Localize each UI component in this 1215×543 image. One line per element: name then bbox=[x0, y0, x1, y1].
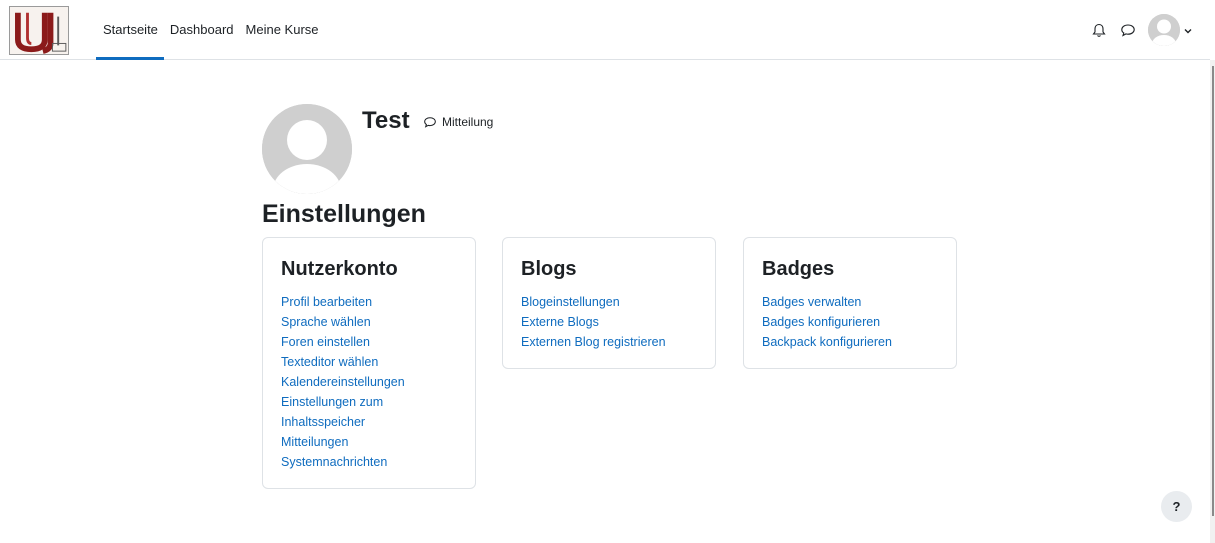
chevron-down-icon[interactable] bbox=[1184, 21, 1192, 39]
nav-link-startseite[interactable]: Startseite bbox=[96, 0, 164, 60]
user-avatar[interactable] bbox=[1148, 14, 1180, 46]
link-profil-bearbeiten[interactable]: Profil bearbeiten bbox=[281, 292, 457, 312]
scrollbar-thumb[interactable] bbox=[1212, 66, 1214, 516]
card-blogs: Blogs Blogeinstellungen Externe Blogs Ex… bbox=[502, 237, 716, 369]
page-title: Einstellungen bbox=[262, 200, 426, 228]
message-bubble-icon[interactable] bbox=[1118, 20, 1138, 40]
link-externen-blog-registrieren[interactable]: Externen Blog registrieren bbox=[521, 332, 697, 352]
message-bubble-icon bbox=[424, 117, 436, 128]
profile-avatar bbox=[262, 104, 352, 194]
send-message-link[interactable]: Mitteilung bbox=[423, 115, 493, 129]
nav-link-dashboard[interactable]: Dashboard bbox=[164, 0, 240, 60]
card-badges: Badges Badges verwalten Badges konfiguri… bbox=[743, 237, 957, 369]
card-title: Blogs bbox=[521, 258, 577, 280]
card-title: Nutzerkonto bbox=[281, 258, 398, 280]
user-avatar-large bbox=[262, 104, 352, 194]
link-systemnachrichten[interactable]: Systemnachrichten bbox=[281, 452, 457, 472]
top-navbar: Startseite Dashboard Meine Kurse bbox=[0, 0, 1210, 60]
link-badges-verwalten[interactable]: Badges verwalten bbox=[762, 292, 938, 312]
navbar-actions bbox=[1080, 0, 1192, 60]
card-title: Badges bbox=[762, 258, 835, 280]
link-foren-einstellen[interactable]: Foren einstellen bbox=[281, 332, 457, 352]
link-backpack-konfigurieren[interactable]: Backpack konfigurieren bbox=[762, 332, 938, 352]
site-logo[interactable] bbox=[9, 6, 69, 55]
university-crest-logo-icon bbox=[10, 7, 68, 54]
link-badges-konfigurieren[interactable]: Badges konfigurieren bbox=[762, 312, 938, 332]
bell-icon[interactable] bbox=[1089, 20, 1109, 40]
link-einstellungen-zum[interactable]: Einstellungen zum bbox=[281, 392, 457, 412]
link-inhaltsspeicher[interactable]: Inhaltsspeicher bbox=[281, 412, 457, 432]
send-message-label[interactable]: Mitteilung bbox=[442, 115, 493, 129]
link-blogeinstellungen[interactable]: Blogeinstellungen bbox=[521, 292, 697, 312]
link-sprache-waehlen[interactable]: Sprache wählen bbox=[281, 312, 457, 332]
profile-name: Test bbox=[362, 107, 410, 134]
card-nutzerkonto: Nutzerkonto Profil bearbeiten Sprache wä… bbox=[262, 237, 476, 489]
primary-navigation: Startseite Dashboard Meine Kurse bbox=[96, 0, 325, 60]
link-kalendereinstellungen[interactable]: Kalendereinstellungen bbox=[281, 372, 457, 392]
help-button[interactable]: ? bbox=[1161, 491, 1192, 522]
link-texteditor-waehlen[interactable]: Texteditor wählen bbox=[281, 352, 457, 372]
user-menu[interactable] bbox=[1148, 14, 1192, 46]
nav-link-meine-kurse[interactable]: Meine Kurse bbox=[240, 0, 325, 60]
link-mitteilungen[interactable]: Mitteilungen bbox=[281, 432, 457, 452]
link-externe-blogs[interactable]: Externe Blogs bbox=[521, 312, 697, 332]
